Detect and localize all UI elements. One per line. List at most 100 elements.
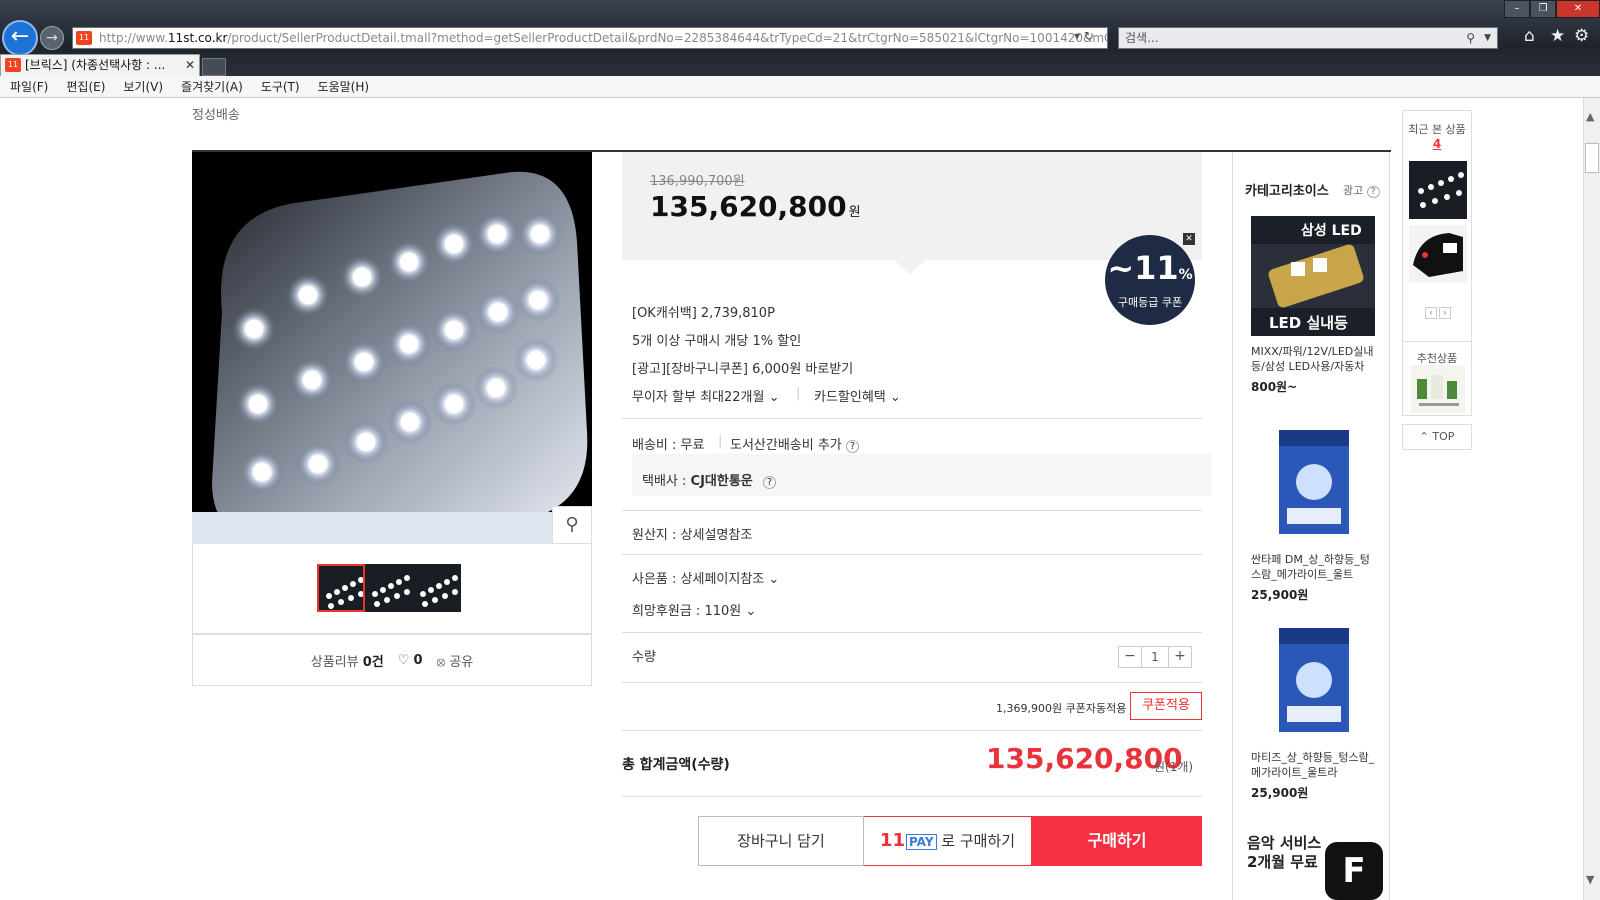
recommended-title: 추천상품 <box>1403 341 1471 366</box>
recent-item-2[interactable] <box>1409 225 1467 283</box>
search-icon[interactable]: ⚲ <box>1466 28 1475 48</box>
tab-title: [브릭스] (차종선택사항 : ... <box>25 58 166 72</box>
cart-coupon-link[interactable]: [광고][장바구니쿠폰] 6,000원 바로받기 <box>632 358 853 377</box>
home-icon[interactable]: ⌂ <box>1524 26 1535 46</box>
category-choice-title: 카테고리초이스 <box>1245 184 1329 199</box>
thumbnail-1[interactable] <box>317 564 365 612</box>
ad-item-price: 800원~ <box>1251 380 1298 394</box>
gear-icon[interactable]: ⚙ <box>1574 26 1589 46</box>
maximize-button[interactable]: ❐ <box>1530 0 1556 18</box>
installment-dropdown[interactable]: 무이자 할부 최대22개월 ⌄ <box>632 386 780 405</box>
product-image[interactable] <box>192 152 592 544</box>
apply-coupon-button[interactable]: 쿠폰적용 <box>1130 692 1202 720</box>
ad-item[interactable]: 삼성 LED LED 실내등 MIXX/파워/12V/LED실내등/삼성 LED… <box>1251 216 1375 395</box>
ad-item-name: 싼타페 DM_상_하향등_텅스람_메가라이트_울트 <box>1251 553 1370 581</box>
forward-button[interactable]: → <box>40 26 64 50</box>
minimize-button[interactable]: – <box>1504 0 1530 18</box>
back-button[interactable]: ← <box>2 20 38 56</box>
close-window-button[interactable]: ✕ <box>1556 0 1600 18</box>
chevron-down-icon: ⌄ <box>745 604 757 619</box>
menu-item-4[interactable]: 즐겨찾기(A) <box>181 80 243 94</box>
share-button[interactable]: ⦻ 공유 <box>437 651 474 670</box>
divider <box>622 632 1202 633</box>
coupon-percent-sign: % <box>1178 267 1193 283</box>
menu-item-3[interactable]: 보기(V) <box>123 80 163 94</box>
new-tab-button[interactable] <box>202 58 226 76</box>
decrease-button[interactable]: − <box>1119 647 1141 667</box>
coupon-badge[interactable]: ~11% 구매등급 쿠폰 <box>1105 235 1195 325</box>
music-promo[interactable]: 음악 서비스 2개월 무료 <box>1247 834 1321 872</box>
original-price: 136,990,700원 <box>650 174 745 189</box>
divider <box>622 510 1202 511</box>
quantity-stepper: − 1 + <box>1118 646 1192 668</box>
music-app-logo[interactable]: F <box>1325 842 1383 900</box>
help-icon[interactable]: ? <box>762 476 777 489</box>
close-tab-icon[interactable]: ✕ <box>185 55 195 75</box>
search-input[interactable]: 검색... ⚲ ▼ <box>1118 27 1498 49</box>
magnify-icon[interactable]: ⚲ <box>552 506 592 544</box>
thumbnail-3[interactable] <box>413 564 461 612</box>
tab-active[interactable]: 11 [브릭스] (차종선택사항 : ... ✕ <box>0 54 200 76</box>
pay-logo: 11 PAY <box>880 830 937 851</box>
review-bar: 상품리뷰 0건 ♡ 0 ⦻ 공유 <box>192 634 592 686</box>
ad-item[interactable]: 싼타페 DM_상_하향등_텅스람_메가라이트_울트 25,900원 <box>1251 424 1375 603</box>
menu-item-1[interactable]: 파일(F) <box>10 80 48 94</box>
price-box-notch <box>892 258 928 274</box>
chevron-down-icon[interactable]: ▼ <box>1484 28 1491 48</box>
island-fee: 도서산간배송비 추가 ? <box>730 434 860 453</box>
next-icon[interactable]: › <box>1439 307 1451 319</box>
address-bar[interactable]: 11 http://www.11st.co.kr/product/SellerP… <box>72 27 1108 49</box>
ad-item-price: 25,900원 <box>1251 786 1309 800</box>
bulk-discount: 5개 이상 구매시 개당 1% 할인 <box>632 334 802 349</box>
share-label: 공유 <box>449 654 474 670</box>
coupon-label: 구매등급 쿠폰 <box>1117 296 1183 309</box>
like-button[interactable]: ♡ 0 <box>398 653 423 668</box>
add-to-cart-button[interactable]: 장바구니 담기 <box>698 816 864 866</box>
ad-image-text-bottom: LED 실내등 <box>1269 314 1348 332</box>
breadcrumb[interactable]: 정성배송 <box>192 104 240 123</box>
ad-item[interactable]: 마티즈_상_하향등_텅스람_메가라이트_울트라 25,900원 <box>1251 622 1375 801</box>
recently-viewed-count[interactable]: 4 <box>1403 137 1471 151</box>
separator: | <box>718 434 723 449</box>
ok-cashbag: [OK캐쉬백] 2,739,810P <box>632 306 775 321</box>
menu-item-5[interactable]: 도구(T) <box>261 80 300 94</box>
increase-button[interactable]: + <box>1169 647 1191 667</box>
ad-item-name: 마티즈_상_하향등_텅스람_메가라이트_울트라 <box>1251 751 1375 779</box>
quantity-input[interactable]: 1 <box>1141 647 1169 667</box>
donation-dropdown[interactable]: 희망후원금 : 110원 ⌄ <box>632 600 756 619</box>
url-path: /product/SellerProductDetail.tmall?metho… <box>227 31 1108 45</box>
recent-item-1[interactable] <box>1409 161 1467 219</box>
courier: 택배사 : CJ대한통운 ? <box>642 470 777 489</box>
favorites-star-icon[interactable]: ★ <box>1550 26 1565 46</box>
thumbnail-2[interactable] <box>365 564 413 612</box>
refresh-icon[interactable]: ▾ ↻ <box>1074 29 1094 43</box>
ad-item-price: 25,900원 <box>1251 588 1309 602</box>
review-link[interactable]: 상품리뷰 0건 <box>311 651 384 670</box>
menu-item-6[interactable]: 도움말(H) <box>318 80 370 94</box>
prev-icon[interactable]: ‹ <box>1425 307 1437 319</box>
tab-favicon-icon: 11 <box>5 58 21 72</box>
review-label: 상품리뷰 <box>310 654 363 670</box>
scroll-top-button[interactable]: ⌃ TOP <box>1402 424 1472 450</box>
scroll-up-icon[interactable]: ▲ <box>1586 110 1594 123</box>
card-discount-dropdown[interactable]: 카드할인혜택 ⌄ <box>814 386 901 405</box>
pay-button[interactable]: 11 PAY 로 구매하기 <box>864 816 1032 866</box>
help-icon[interactable]: ? <box>845 440 860 453</box>
recommended-item[interactable] <box>1411 365 1465 413</box>
search-placeholder: 검색... <box>1125 31 1159 45</box>
vertical-scrollbar[interactable]: ▲ ▼ <box>1583 98 1600 900</box>
pay-logo-tag: PAY <box>905 834 937 850</box>
menu-item-2[interactable]: 편집(E) <box>66 80 105 94</box>
gift-dropdown[interactable]: 사은품 : 상세페이지참조 ⌄ <box>632 568 779 587</box>
scroll-down-icon[interactable]: ▼ <box>1586 873 1594 886</box>
coupon-percent: ~11% <box>1105 251 1195 292</box>
close-icon[interactable]: ✕ <box>1183 233 1195 245</box>
divider <box>622 418 1202 419</box>
category-choice-sidebar: 카테고리초이스 광고 ? 삼성 LED LED 실내등 MIXX/파워/12V/… <box>1232 152 1390 900</box>
scrollbar-thumb[interactable] <box>1585 143 1599 173</box>
help-icon[interactable]: ? <box>1366 186 1380 198</box>
url-domain: 11st.co.kr <box>167 31 228 45</box>
chevron-up-icon: ⌃ <box>1419 430 1429 443</box>
page-content: 정성배송 ⚲ 상품리뷰 0건 ♡ 0 ⦻ 공유 136,990,700원 135… <box>0 98 1583 900</box>
buy-now-button[interactable]: 구매하기 <box>1032 816 1202 866</box>
